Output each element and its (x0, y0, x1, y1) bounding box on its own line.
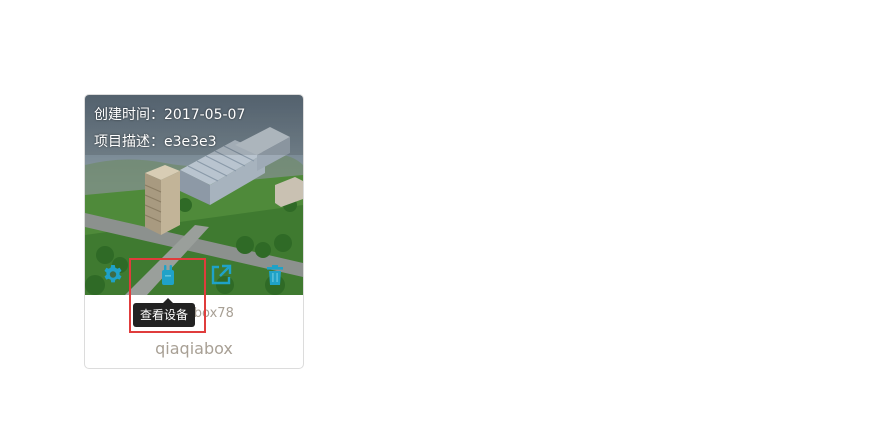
trash-icon[interactable] (263, 263, 287, 287)
gear-icon[interactable] (101, 263, 125, 287)
device-icon[interactable] (156, 263, 180, 287)
view-devices-tooltip: 查看设备 (133, 298, 196, 327)
created-time-text: 创建时间：2017-05-07 (94, 107, 246, 123)
project-description-text: 项目描述：e3e3e3 (94, 134, 217, 150)
project-image: 创建时间：2017-05-07 项目描述：e3e3e3 (85, 95, 303, 295)
project-card[interactable]: 创建时间：2017-05-07 项目描述：e3e3e3 qiaqiabox (84, 94, 304, 369)
external-link-icon[interactable] (209, 263, 233, 287)
project-title[interactable]: qiaqiabox (85, 339, 303, 358)
